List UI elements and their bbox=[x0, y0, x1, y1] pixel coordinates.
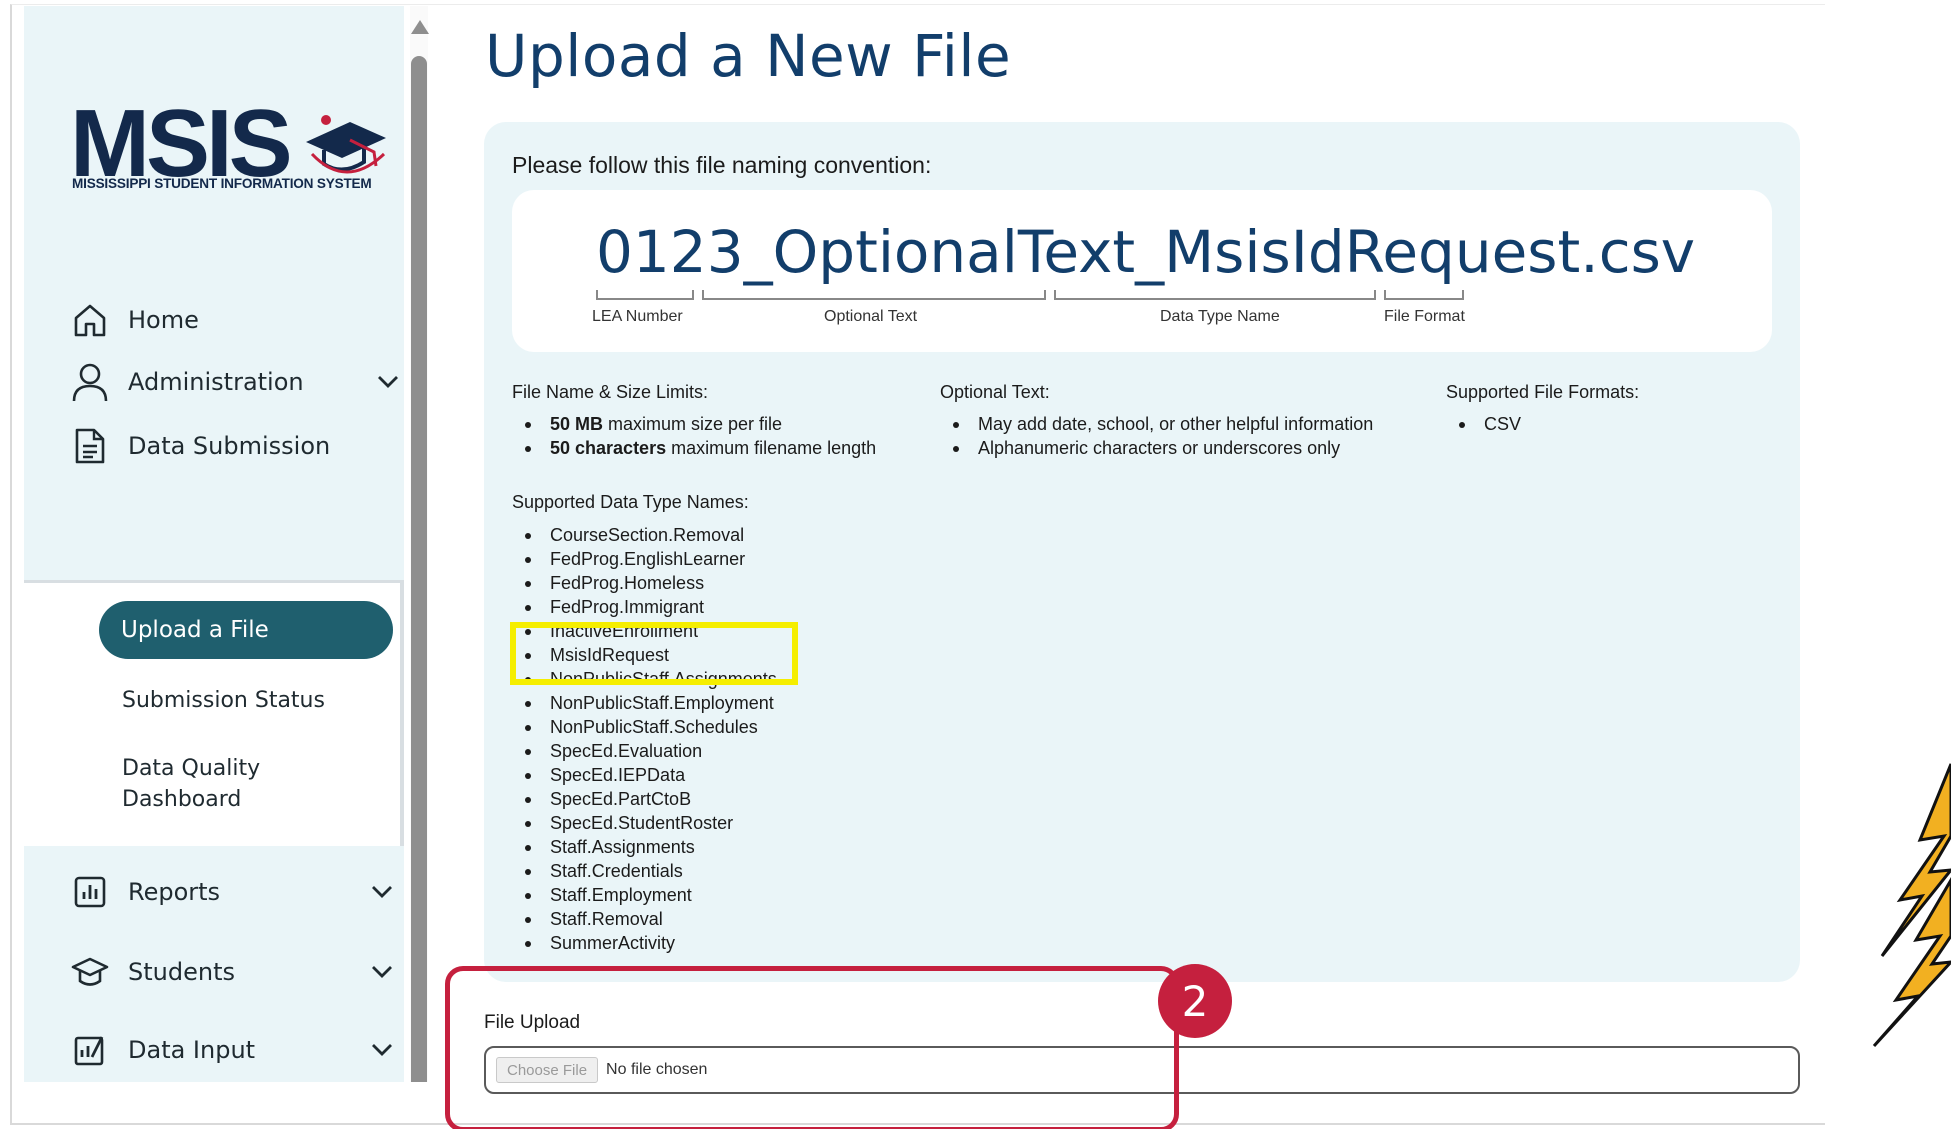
sidebar-item-label: Students bbox=[128, 958, 235, 986]
list-item: 50 characters maximum filename length bbox=[512, 436, 876, 460]
data-type-name-label: Data Type Name bbox=[1160, 308, 1280, 325]
sidebar-item-data-submission[interactable]: Data Submission bbox=[68, 416, 330, 476]
data-input-icon bbox=[68, 1028, 112, 1072]
sidebar-item-label: Data Submission bbox=[128, 432, 331, 460]
sidebar-item-reports[interactable]: Reports bbox=[68, 862, 398, 922]
list-item: CourseSection.Removal bbox=[512, 523, 777, 547]
filename-separator: _ bbox=[1135, 218, 1165, 286]
list-item: Staff.Employment bbox=[512, 883, 777, 907]
list-item: CSV bbox=[1446, 412, 1521, 436]
scroll-up-arrow-icon[interactable] bbox=[411, 20, 429, 34]
naming-info-card: Please follow this file naming conventio… bbox=[484, 122, 1800, 982]
list-item: SpecEd.Evaluation bbox=[512, 739, 777, 763]
filename-datatype: MsisIdRequest bbox=[1164, 218, 1581, 286]
list-item: Staff.Assignments bbox=[512, 835, 777, 859]
list-item: May add date, school, or other helpful i… bbox=[940, 412, 1373, 436]
data-types-list: CourseSection.Removal FedProg.EnglishLea… bbox=[512, 523, 777, 955]
filename-lea: 0123 bbox=[596, 218, 744, 286]
sidebar-item-label: Reports bbox=[128, 878, 221, 906]
chevron-down-icon[interactable] bbox=[374, 368, 402, 396]
submenu-item-label: Data Quality bbox=[122, 756, 261, 781]
list-item: 50 MB maximum size per file bbox=[512, 412, 876, 436]
bar-chart-icon bbox=[68, 870, 112, 914]
sidebar-item-administration[interactable]: Administration bbox=[68, 352, 398, 412]
page-title: Upload a New File bbox=[485, 22, 1012, 90]
filename-example-box: 0123_OptionalText_MsisIdRequest.csv LEA … bbox=[512, 190, 1772, 352]
list-item: Staff.Removal bbox=[512, 907, 777, 931]
list-item: NonPublicStaff.Employment bbox=[512, 691, 777, 715]
chevron-down-icon[interactable] bbox=[368, 878, 396, 906]
lea-bracket bbox=[596, 290, 694, 300]
msis-logo[interactable]: MSIS MISSISSIPPI STUDENT INFORMATION SYS… bbox=[70, 96, 386, 206]
list-item: SpecEd.StudentRoster bbox=[512, 811, 777, 835]
optional-bracket bbox=[702, 290, 1046, 300]
annotation-box bbox=[445, 966, 1179, 1129]
formats-list: CSV bbox=[1446, 412, 1521, 436]
sidebar-item-data-input[interactable]: Data Input bbox=[68, 1020, 398, 1080]
submenu-item-label: Dashboard bbox=[122, 787, 242, 812]
lea-number-label: LEA Number bbox=[592, 308, 683, 325]
submenu-item-submission-status[interactable]: Submission Status bbox=[122, 685, 325, 716]
file-format-label: File Format bbox=[1384, 308, 1465, 325]
filename-separator: _ bbox=[743, 218, 773, 286]
naming-convention-label: Please follow this file naming conventio… bbox=[512, 152, 932, 178]
chevron-down-icon[interactable] bbox=[368, 958, 396, 986]
list-item: FedProg.Immigrant bbox=[512, 595, 777, 619]
list-item: SpecEd.PartCtoB bbox=[512, 787, 777, 811]
lightning-bolt-icon bbox=[1872, 763, 1951, 1048]
data-types-heading: Supported Data Type Names: bbox=[512, 492, 749, 512]
user-icon bbox=[68, 360, 112, 404]
annotation-step-badge: 2 bbox=[1158, 964, 1232, 1038]
list-item: FedProg.EnglishLearner bbox=[512, 547, 777, 571]
filename-optional: OptionalText bbox=[772, 218, 1136, 286]
msisidrequest-highlight bbox=[510, 622, 798, 685]
formats-heading: Supported File Formats: bbox=[1446, 382, 1640, 402]
chevron-down-icon[interactable] bbox=[368, 1036, 396, 1064]
datatype-bracket bbox=[1054, 290, 1376, 300]
sidebar-item-label: Administration bbox=[128, 368, 304, 396]
limits-heading: File Name & Size Limits: bbox=[512, 382, 709, 402]
list-item: NonPublicStaff.Schedules bbox=[512, 715, 777, 739]
format-bracket bbox=[1384, 290, 1464, 300]
sidebar-item-students[interactable]: Students bbox=[68, 942, 398, 1002]
sidebar-item-label: Data Input bbox=[128, 1036, 256, 1064]
graduation-cap-logo-icon bbox=[306, 115, 386, 174]
logo-subtitle: MISSISSIPPI STUDENT INFORMATION SYSTEM bbox=[72, 176, 372, 191]
sidebar-scrollbar-thumb[interactable] bbox=[411, 56, 427, 1082]
list-item: Alphanumeric characters or underscores o… bbox=[940, 436, 1373, 460]
list-item: Staff.Credentials bbox=[512, 859, 777, 883]
graduation-cap-icon bbox=[68, 950, 112, 994]
list-item: SpecEd.IEPData bbox=[512, 763, 777, 787]
submenu-item-data-quality-dashboard[interactable]: Data Quality Dashboard bbox=[122, 753, 260, 815]
limits-list: 50 MB maximum size per file 50 character… bbox=[512, 412, 876, 460]
sidebar-item-label: Home bbox=[128, 306, 199, 334]
sidebar-item-home[interactable]: Home bbox=[68, 290, 199, 350]
list-item: FedProg.Homeless bbox=[512, 571, 777, 595]
document-icon bbox=[68, 424, 112, 468]
optional-text-label: Optional Text bbox=[824, 308, 918, 325]
optional-text-list: May add date, school, or other helpful i… bbox=[940, 412, 1373, 460]
data-submission-submenu: Upload a File Submission Status Data Qua… bbox=[24, 580, 404, 846]
filename-extension: .csv bbox=[1580, 218, 1696, 286]
optional-text-heading: Optional Text: bbox=[940, 382, 1050, 402]
sidebar: MSIS MISSISSIPPI STUDENT INFORMATION SYS… bbox=[24, 6, 404, 1082]
list-item: SummerActivity bbox=[512, 931, 777, 955]
home-icon bbox=[68, 298, 112, 342]
filename-example: 0123_OptionalText_MsisIdRequest.csv bbox=[596, 218, 1695, 286]
submenu-item-upload-a-file[interactable]: Upload a File bbox=[99, 601, 393, 659]
